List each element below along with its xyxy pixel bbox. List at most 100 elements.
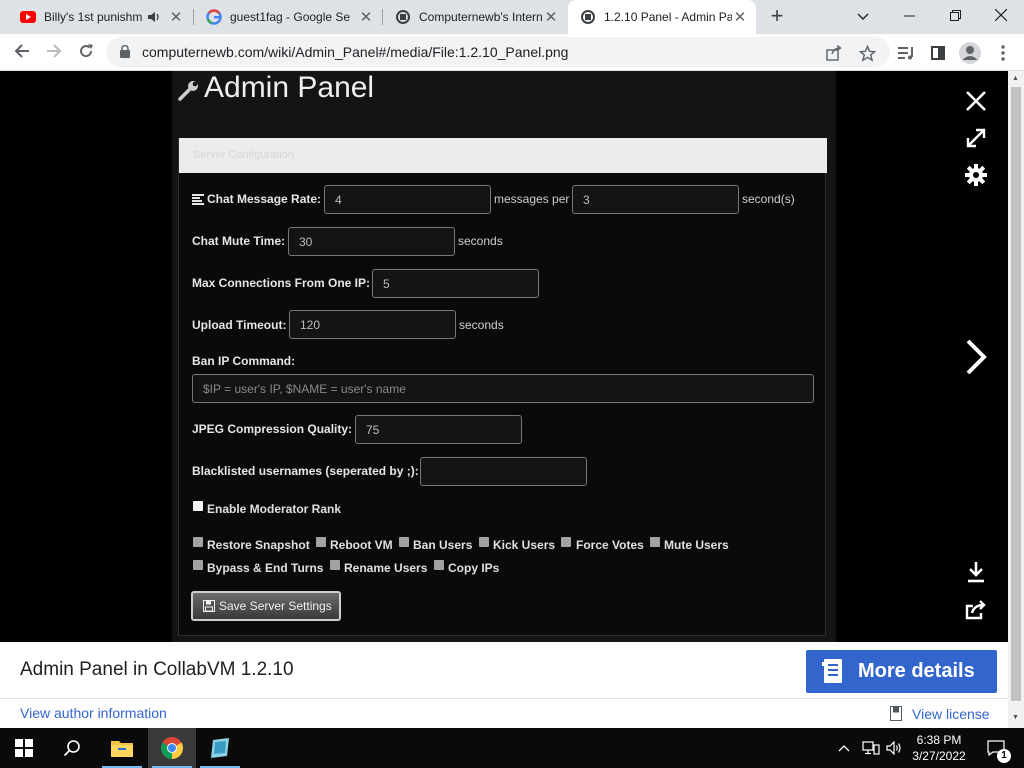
blacklist-input[interactable] [420,457,587,486]
lock-icon [120,44,130,63]
start-button[interactable] [0,728,48,768]
share-icon [965,600,986,620]
browser-toolbar: computernewb.com/wiki/Admin_Panel#/media… [0,34,1024,71]
tab-google[interactable]: guest1fag - Google Se ✕ [194,0,382,34]
max-connections-label: Max Connections From One IP: [192,276,371,290]
scrollbar-thumb[interactable] [1011,87,1021,701]
chrome-icon [161,737,183,759]
forward-button[interactable] [40,39,68,67]
vm-app-button[interactable] [196,728,244,768]
footer-divider [0,698,1008,699]
side-panel-icon[interactable] [926,41,950,65]
url-text: computernewb.com/wiki/Admin_Panel#/media… [142,44,569,60]
speaker-icon[interactable] [148,11,162,23]
perm-label: Force Votes [576,538,644,552]
save-icon [203,600,215,612]
close-viewer-button[interactable] [961,86,991,116]
perm-rename-users-checkbox[interactable] [330,560,340,570]
viewer-settings-button[interactable] [961,160,991,190]
enable-moderator-checkbox[interactable] [193,501,203,511]
perm-label: Rename Users [344,561,428,575]
media-queue-icon[interactable] [894,41,918,65]
tab-close-icon[interactable]: ✕ [358,8,374,26]
perm-label: Mute Users [664,538,729,552]
mute-time-input[interactable] [288,227,455,256]
license-icon [890,706,902,726]
chrome-taskbar-button[interactable] [148,728,196,768]
scroll-up-arrow[interactable]: ▲ [1012,75,1019,82]
perm-label: Copy IPs [448,561,500,575]
browser-tab-strip: Billy's 1st punishme ✕ guest1fag - Googl… [0,0,1024,34]
tab-close-icon[interactable]: ✕ [168,8,184,26]
clock-date: 3/27/2022 [912,749,966,763]
seconds-unit-text: seconds [458,234,503,248]
perm-force-votes-checkbox[interactable] [561,537,571,547]
clock-time: 6:38 PM [916,733,962,747]
save-server-settings-button[interactable]: Save Server Settings [191,591,341,621]
upload-timeout-input[interactable] [289,310,456,339]
search-button[interactable] [48,728,96,768]
perm-label: Reboot VM [330,538,393,552]
perm-bypass-turns-checkbox[interactable] [193,560,203,570]
chat-rate-messages-input[interactable] [324,185,491,214]
chevron-right-icon [966,339,987,375]
windows-logo-icon [15,739,33,757]
share-icon[interactable] [822,41,846,65]
notification-badge: 1 [997,749,1011,763]
close-icon [966,91,986,111]
perm-label: Restore Snapshot [207,538,310,552]
perm-kick-users-checkbox[interactable] [479,537,489,547]
upload-timeout-label: Upload Timeout: [192,318,287,332]
minimize-button[interactable] [886,0,932,34]
perm-ban-users-checkbox[interactable] [399,537,409,547]
jpeg-quality-label: JPEG Compression Quality: [192,422,353,436]
max-connections-input[interactable] [372,269,539,298]
tab-youtube[interactable]: Billy's 1st punishme ✕ [8,0,192,34]
scroll-down-arrow[interactable]: ▼ [1012,714,1019,721]
show-hidden-icons[interactable] [838,728,850,768]
image-caption: Admin Panel in CollabVM 1.2.10 [20,659,294,680]
youtube-icon [20,9,36,25]
ban-ip-command-input[interactable] [192,374,814,403]
next-image-button[interactable] [961,339,991,375]
perm-copy-ips-checkbox[interactable] [434,560,444,570]
perm-mute-users-checkbox[interactable] [650,537,660,547]
system-clock[interactable]: 6:38 PM 3/27/2022 [908,732,970,764]
chevron-up-icon [838,745,850,752]
chat-rate-seconds-input[interactable] [572,185,739,214]
tab-close-icon[interactable]: ✕ [543,8,559,26]
fullscreen-button[interactable] [961,123,991,153]
share-button[interactable] [961,595,991,625]
bookmark-star-icon[interactable] [855,41,879,65]
tab-title: 1.2.10 Panel - Admin Pa [604,10,732,24]
tab-search-button[interactable] [840,0,886,34]
tab-computernewb[interactable]: Computernewb's Intern ✕ [383,0,567,34]
download-button[interactable] [961,557,991,587]
restore-button[interactable] [932,0,978,34]
page-scrollbar[interactable]: ▲ ▼ [1008,71,1024,728]
back-button[interactable] [8,39,36,67]
list-icon [192,192,204,210]
network-icon[interactable] [862,728,880,768]
view-license-link[interactable]: View license [912,706,990,722]
perm-reboot-vm-checkbox[interactable] [316,537,326,547]
view-author-link[interactable]: View author information [20,705,167,721]
reload-button[interactable] [72,39,100,67]
search-icon [63,740,80,757]
volume-icon[interactable] [886,728,904,768]
tab-close-icon[interactable]: ✕ [732,8,748,26]
more-details-label: More details [858,660,975,682]
more-details-button[interactable]: More details [806,650,997,693]
new-tab-button[interactable]: + [764,4,790,30]
address-bar[interactable]: computernewb.com/wiki/Admin_Panel#/media… [106,37,890,67]
tab-admin-panel[interactable]: 1.2.10 Panel - Admin Pa ✕ [568,0,756,34]
jpeg-quality-input[interactable] [355,415,522,444]
close-window-button[interactable] [978,0,1024,34]
messages-per-text: messages per [494,192,570,206]
blacklist-label: Blacklisted usernames (seperated by ;): [192,464,419,478]
perm-restore-snapshot-checkbox[interactable] [193,537,203,547]
file-explorer-button[interactable] [98,728,146,768]
kebab-menu-icon[interactable] [991,41,1015,65]
profile-avatar-icon[interactable] [958,41,982,65]
mute-time-label: Chat Mute Time: [192,234,286,248]
